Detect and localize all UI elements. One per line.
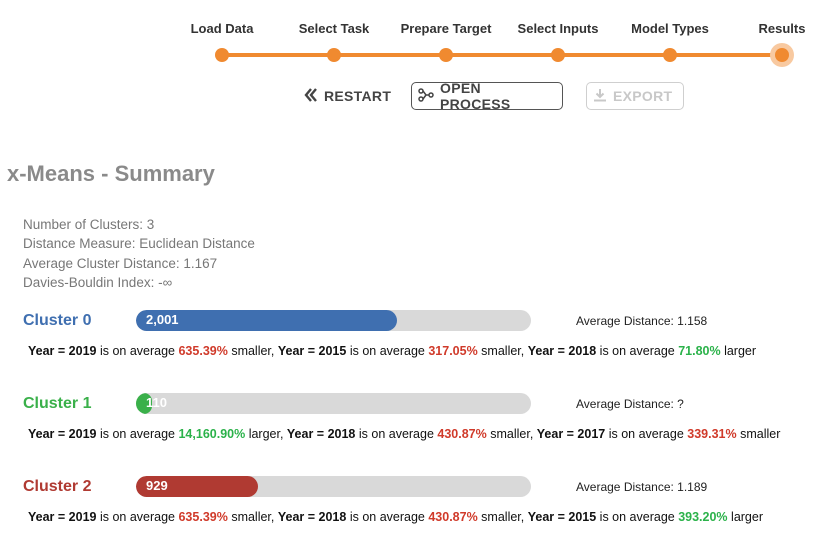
desc-percent: 430.87% xyxy=(428,510,478,524)
desc-percent: 430.87% xyxy=(437,427,487,441)
desc-percent: 635.39% xyxy=(178,510,228,524)
step-dot-select-task[interactable] xyxy=(327,48,341,62)
step-model-types[interactable]: Model Types xyxy=(631,21,709,36)
restart-label: RESTART xyxy=(324,88,392,104)
restart-button[interactable]: RESTART xyxy=(304,82,391,110)
step-dot-prepare-target[interactable] xyxy=(439,48,453,62)
step-dot-results[interactable] xyxy=(775,48,789,62)
cluster-1-count: 110 xyxy=(146,395,167,410)
download-icon xyxy=(593,88,607,105)
cluster-2-count: 929 xyxy=(146,478,168,493)
cluster-0-avg-distance: Average Distance: 1.158 xyxy=(576,314,708,328)
desc-percent: 393.20% xyxy=(678,510,728,524)
cluster-2-name: Cluster 2 xyxy=(23,478,92,495)
open-process-button[interactable]: OPEN PROCESS xyxy=(411,80,563,112)
step-dot-model-types[interactable] xyxy=(663,48,677,62)
cluster-1-avg-distance: Average Distance: ? xyxy=(576,397,684,411)
step-load-data[interactable]: Load Data xyxy=(191,21,254,36)
double-chevron-left-icon xyxy=(304,87,318,105)
cluster-1-description: Year = 2019 is on average 14,160.90% lar… xyxy=(28,427,781,441)
cluster-0-description: Year = 2019 is on average 635.39% smalle… xyxy=(28,344,757,358)
desc-variable: Year = 2019 xyxy=(28,344,97,358)
desc-variable: Year = 2018 xyxy=(277,510,347,524)
process-flow-icon xyxy=(418,87,434,105)
open-process-label: OPEN PROCESS xyxy=(440,80,511,112)
cluster-2-avg-distance: Average Distance: 1.189 xyxy=(576,480,708,494)
desc-variable: Year = 2015 xyxy=(277,344,347,358)
summary-davies-bouldin: Davies-Bouldin Index: -∞ xyxy=(23,274,173,290)
desc-variable: Year = 2018 xyxy=(286,427,356,441)
cluster-1-bar: 110 xyxy=(136,393,531,414)
step-results[interactable]: Results xyxy=(759,21,806,36)
cluster-2-description: Year = 2019 is on average 635.39% smalle… xyxy=(28,510,763,524)
export-button[interactable]: EXPORT xyxy=(586,82,684,110)
desc-percent: 339.31% xyxy=(687,427,737,441)
cluster-0-name: Cluster 0 xyxy=(23,312,92,329)
summary-avg-cluster-distance: Average Cluster Distance: 1.167 xyxy=(23,255,218,271)
desc-percent: 71.80% xyxy=(678,344,721,358)
page-title: x-Means - Summary xyxy=(7,161,215,186)
cluster-0-count: 2,001 xyxy=(146,312,179,327)
stepper-track xyxy=(222,53,782,57)
cluster-0-bar: 2,001 xyxy=(136,310,531,331)
desc-percent: 317.05% xyxy=(428,344,478,358)
step-dot-load-data[interactable] xyxy=(215,48,229,62)
desc-variable: Year = 2018 xyxy=(527,344,597,358)
step-select-task[interactable]: Select Task xyxy=(299,21,370,36)
summary-distance-measure: Distance Measure: Euclidean Distance xyxy=(23,236,255,252)
step-dot-select-inputs[interactable] xyxy=(551,48,565,62)
desc-variable: Year = 2015 xyxy=(527,510,597,524)
desc-variable: Year = 2019 xyxy=(28,427,97,441)
export-label: EXPORT xyxy=(613,88,673,104)
desc-percent: 14,160.90% xyxy=(178,427,246,441)
step-select-inputs[interactable]: Select Inputs xyxy=(518,21,599,36)
desc-variable: Year = 2019 xyxy=(28,510,97,524)
desc-percent: 635.39% xyxy=(178,344,228,358)
cluster-2-bar: 929 xyxy=(136,476,531,497)
cluster-1-name: Cluster 1 xyxy=(23,395,92,412)
desc-variable: Year = 2017 xyxy=(536,427,606,441)
summary-block: Number of Clusters: 3 Distance Measure: … xyxy=(23,215,255,292)
summary-clusters: Number of Clusters: 3 xyxy=(23,217,155,232)
step-prepare-target[interactable]: Prepare Target xyxy=(401,21,492,36)
